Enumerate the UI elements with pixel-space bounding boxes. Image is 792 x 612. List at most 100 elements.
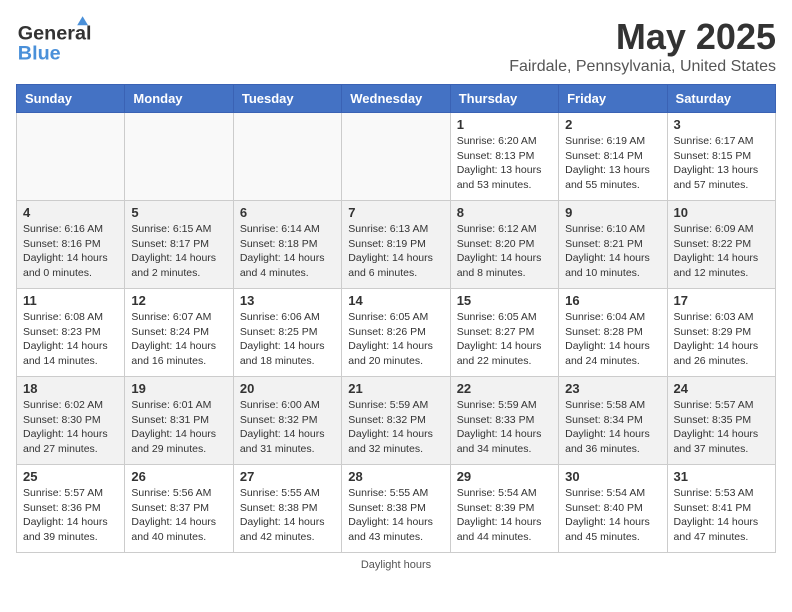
day-info: Sunrise: 6:00 AMSunset: 8:32 PMDaylight:… xyxy=(240,398,335,457)
day-info: Sunrise: 6:04 AMSunset: 8:28 PMDaylight:… xyxy=(565,310,660,369)
day-info: Sunrise: 6:05 AMSunset: 8:26 PMDaylight:… xyxy=(348,310,443,369)
day-number: 31 xyxy=(674,469,769,484)
day-info: Sunrise: 5:57 AMSunset: 8:35 PMDaylight:… xyxy=(674,398,769,457)
day-info: Sunrise: 6:01 AMSunset: 8:31 PMDaylight:… xyxy=(131,398,226,457)
day-info: Sunrise: 6:10 AMSunset: 8:21 PMDaylight:… xyxy=(565,222,660,281)
day-number: 15 xyxy=(457,293,552,308)
day-number: 22 xyxy=(457,381,552,396)
calendar-day-26: 26 Sunrise: 5:56 AMSunset: 8:37 PMDayligh… xyxy=(125,465,233,553)
day-number: 5 xyxy=(131,205,226,220)
calendar-subtitle: Fairdale, Pennsylvania, United States xyxy=(509,58,776,76)
calendar-day-12: 12Sunrise: 6:07 AMSunset: 8:24 PMDayligh… xyxy=(125,289,233,377)
calendar-day-1: 1 Sunrise: 6:20 AMSunset: 8:13 PMDaylight… xyxy=(450,113,558,201)
daylight-hours-label: Daylight hours xyxy=(361,559,431,571)
day-info: Sunrise: 5:53 AMSunset: 8:41 PMDaylight:… xyxy=(674,486,769,545)
day-number: 19 xyxy=(131,381,226,396)
day-info: Sunrise: 5:54 AMSunset: 8:40 PMDaylight:… xyxy=(565,486,660,545)
title-area: May 2025 Fairdale, Pennsylvania, United … xyxy=(509,16,776,76)
day-info: Sunrise: 6:20 AMSunset: 8:13 PMDaylight:… xyxy=(457,134,552,193)
day-info: Sunrise: 5:57 AMSunset: 8:36 PMDaylight:… xyxy=(23,486,118,545)
calendar-day-9: 9 Sunrise: 6:10 AMSunset: 8:21 PMDaylight… xyxy=(559,201,667,289)
calendar-title: May 2025 xyxy=(509,16,776,58)
day-number: 4 xyxy=(23,205,118,220)
day-info: Sunrise: 6:13 AMSunset: 8:19 PMDaylight:… xyxy=(348,222,443,281)
day-info: Sunrise: 5:55 AMSunset: 8:38 PMDaylight:… xyxy=(240,486,335,545)
day-info: Sunrise: 6:15 AMSunset: 8:17 PMDaylight:… xyxy=(131,222,226,281)
day-number: 10 xyxy=(674,205,769,220)
calendar-week-row: 1 Sunrise: 6:20 AMSunset: 8:13 PMDaylight… xyxy=(17,113,776,201)
day-info: Sunrise: 6:05 AMSunset: 8:27 PMDaylight:… xyxy=(457,310,552,369)
day-number: 20 xyxy=(240,381,335,396)
calendar-day-16: 16Sunrise: 6:04 AMSunset: 8:28 PMDayligh… xyxy=(559,289,667,377)
logo: General Blue xyxy=(16,16,106,66)
svg-text:Blue: Blue xyxy=(18,42,61,64)
col-header-sunday: Sunday xyxy=(17,85,125,113)
calendar-day-27: 27 Sunrise: 5:55 AMSunset: 8:38 PMDayligh… xyxy=(233,465,341,553)
day-info: Sunrise: 6:16 AMSunset: 8:16 PMDaylight:… xyxy=(23,222,118,281)
calendar-week-row: 4 Sunrise: 6:16 AMSunset: 8:16 PMDaylight… xyxy=(17,201,776,289)
calendar-day-3: 3 Sunrise: 6:17 AMSunset: 8:15 PMDaylight… xyxy=(667,113,775,201)
header: General Blue May 2025 Fairdale, Pennsylv… xyxy=(16,16,776,76)
day-info: Sunrise: 6:12 AMSunset: 8:20 PMDaylight:… xyxy=(457,222,552,281)
day-info: Sunrise: 5:55 AMSunset: 8:38 PMDaylight:… xyxy=(348,486,443,545)
day-info: Sunrise: 6:07 AMSunset: 8:24 PMDaylight:… xyxy=(131,310,226,369)
calendar-day-28: 28 Sunrise: 5:55 AMSunset: 8:38 PMDayligh… xyxy=(342,465,450,553)
calendar-day-23: 23 Sunrise: 5:58 AMSunset: 8:34 PMDayligh… xyxy=(559,377,667,465)
calendar-day-25: 25 Sunrise: 5:57 AMSunset: 8:36 PMDayligh… xyxy=(17,465,125,553)
calendar-day-10: 10 Sunrise: 6:09 AMSunset: 8:22 PMDayligh… xyxy=(667,201,775,289)
calendar-empty-cell xyxy=(342,113,450,201)
calendar-day-29: 29 Sunrise: 5:54 AMSunset: 8:39 PMDayligh… xyxy=(450,465,558,553)
day-number: 2 xyxy=(565,117,660,132)
day-number: 24 xyxy=(674,381,769,396)
day-number: 3 xyxy=(674,117,769,132)
day-number: 23 xyxy=(565,381,660,396)
day-number: 18 xyxy=(23,381,118,396)
calendar-day-15: 15 Sunrise: 6:05 AMSunset: 8:27 PMDayligh… xyxy=(450,289,558,377)
day-info: Sunrise: 6:02 AMSunset: 8:30 PMDaylight:… xyxy=(23,398,118,457)
day-number: 29 xyxy=(457,469,552,484)
calendar-week-row: 18 Sunrise: 6:02 AMSunset: 8:30 PMDayligh… xyxy=(17,377,776,465)
col-header-monday: Monday xyxy=(125,85,233,113)
day-number: 28 xyxy=(348,469,443,484)
day-info: Sunrise: 5:54 AMSunset: 8:39 PMDaylight:… xyxy=(457,486,552,545)
day-number: 27 xyxy=(240,469,335,484)
day-info: Sunrise: 6:08 AMSunset: 8:23 PMDaylight:… xyxy=(23,310,118,369)
logo-svg: General Blue xyxy=(16,16,106,66)
day-info: Sunrise: 6:09 AMSunset: 8:22 PMDaylight:… xyxy=(674,222,769,281)
calendar-day-14: 14 Sunrise: 6:05 AMSunset: 8:26 PMDayligh… xyxy=(342,289,450,377)
day-info: Sunrise: 6:03 AMSunset: 8:29 PMDaylight:… xyxy=(674,310,769,369)
day-info: Sunrise: 6:06 AMSunset: 8:25 PMDaylight:… xyxy=(240,310,335,369)
day-number: 13 xyxy=(240,293,335,308)
calendar-day-11: 11 Sunrise: 6:08 AMSunset: 8:23 PMDayligh… xyxy=(17,289,125,377)
calendar-empty-cell xyxy=(17,113,125,201)
day-info: Sunrise: 6:17 AMSunset: 8:15 PMDaylight:… xyxy=(674,134,769,193)
col-header-tuesday: Tuesday xyxy=(233,85,341,113)
day-number: 7 xyxy=(348,205,443,220)
day-number: 14 xyxy=(348,293,443,308)
day-number: 9 xyxy=(565,205,660,220)
day-info: Sunrise: 5:58 AMSunset: 8:34 PMDaylight:… xyxy=(565,398,660,457)
page-container: General Blue May 2025 Fairdale, Pennsylv… xyxy=(16,16,776,571)
col-header-thursday: Thursday xyxy=(450,85,558,113)
svg-text:General: General xyxy=(18,23,92,45)
day-number: 17 xyxy=(674,293,769,308)
calendar-day-13: 13 Sunrise: 6:06 AMSunset: 8:25 PMDayligh… xyxy=(233,289,341,377)
day-number: 30 xyxy=(565,469,660,484)
day-number: 25 xyxy=(23,469,118,484)
col-header-saturday: Saturday xyxy=(667,85,775,113)
day-number: 8 xyxy=(457,205,552,220)
day-number: 26 xyxy=(131,469,226,484)
day-number: 1 xyxy=(457,117,552,132)
day-number: 21 xyxy=(348,381,443,396)
calendar-day-8: 8 Sunrise: 6:12 AMSunset: 8:20 PMDaylight… xyxy=(450,201,558,289)
day-info: Sunrise: 6:14 AMSunset: 8:18 PMDaylight:… xyxy=(240,222,335,281)
calendar-week-row: 25 Sunrise: 5:57 AMSunset: 8:36 PMDayligh… xyxy=(17,465,776,553)
day-info: Sunrise: 5:59 AMSunset: 8:33 PMDaylight:… xyxy=(457,398,552,457)
day-info: Sunrise: 6:19 AMSunset: 8:14 PMDaylight:… xyxy=(565,134,660,193)
calendar-day-21: 21Sunrise: 5:59 AMSunset: 8:32 PMDayligh… xyxy=(342,377,450,465)
day-number: 6 xyxy=(240,205,335,220)
day-info: Sunrise: 5:56 AMSunset: 8:37 PMDaylight:… xyxy=(131,486,226,545)
calendar-day-19: 19 Sunrise: 6:01 AMSunset: 8:31 PMDayligh… xyxy=(125,377,233,465)
day-number: 11 xyxy=(23,293,118,308)
calendar-day-30: 30 Sunrise: 5:54 AMSunset: 8:40 PMDayligh… xyxy=(559,465,667,553)
